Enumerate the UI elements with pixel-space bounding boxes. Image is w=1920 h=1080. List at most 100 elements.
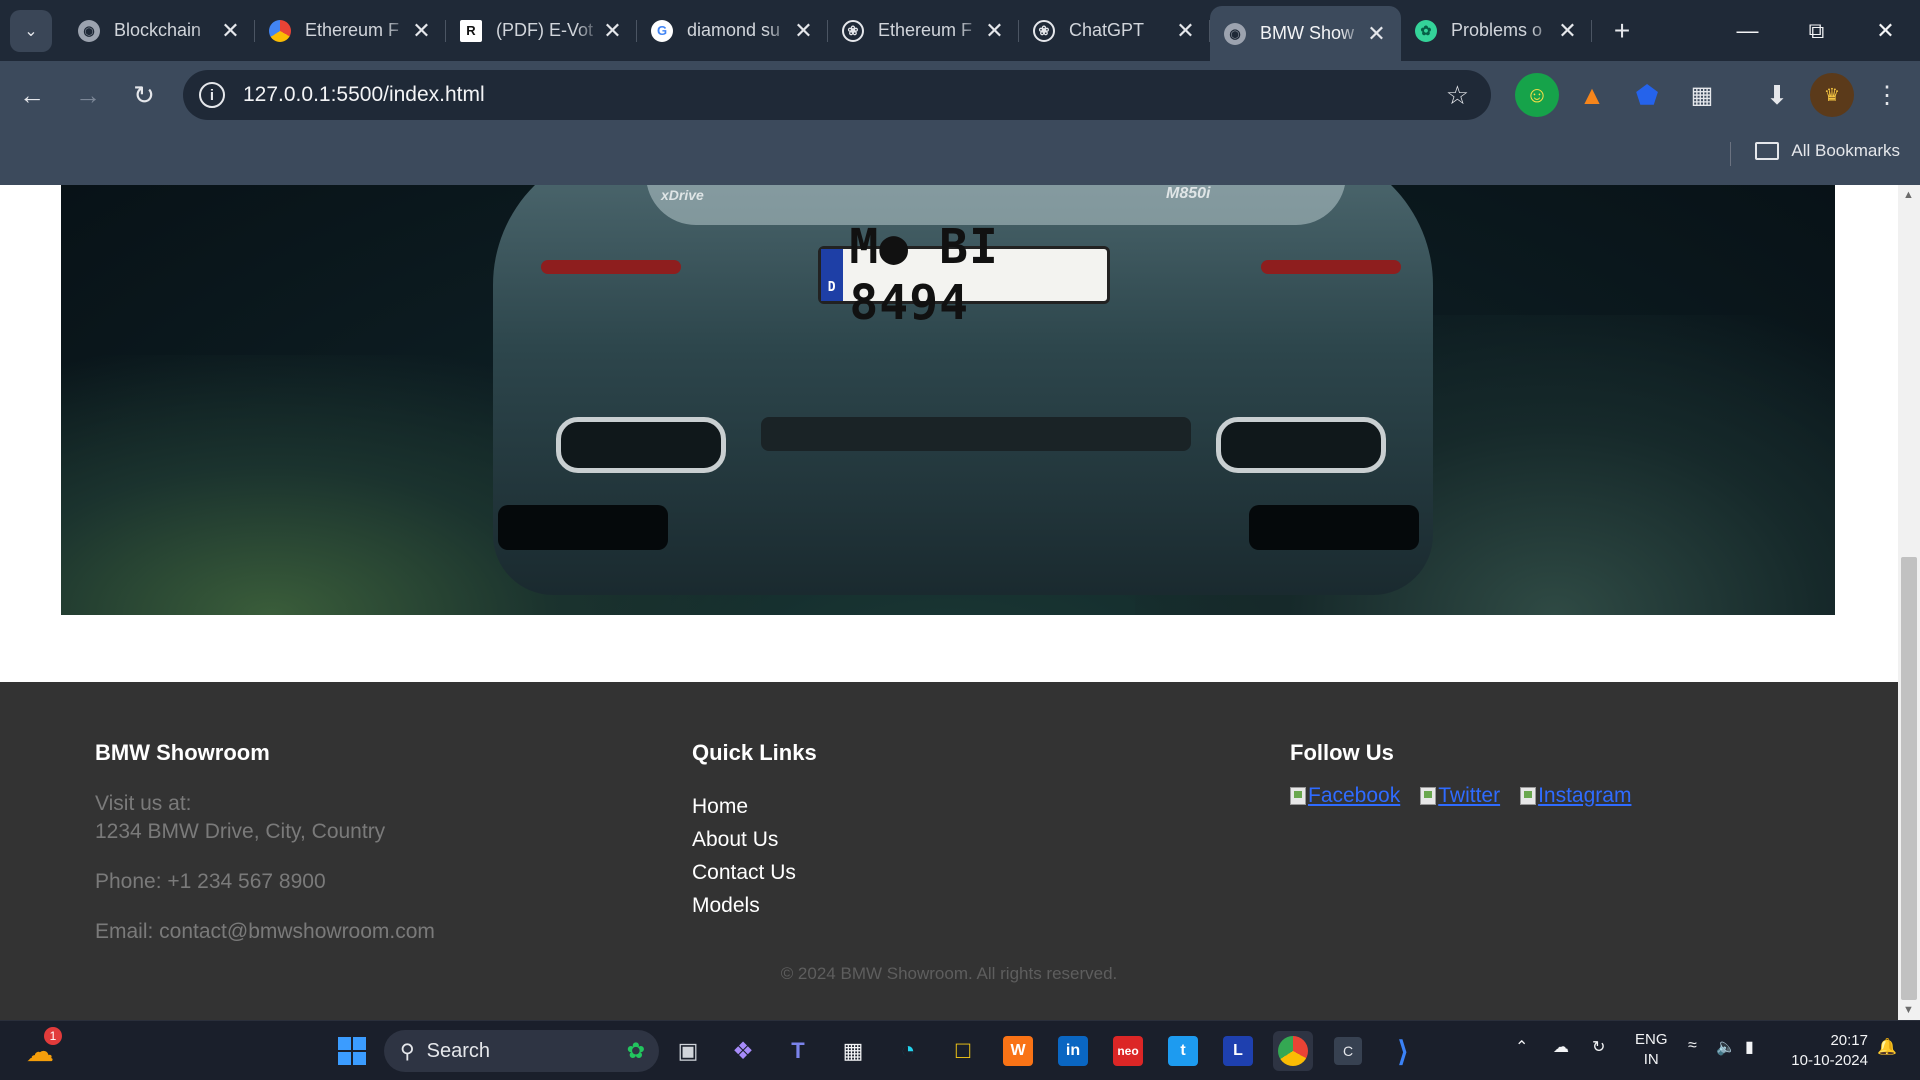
facebook-link[interactable]: Facebook xyxy=(1290,784,1400,808)
tab-ethereum-2[interactable]: ❀ Ethereum F ✕ xyxy=(828,0,1019,61)
reload-icon: ↻ xyxy=(133,79,155,110)
edge-icon[interactable]: ◔ xyxy=(888,1031,928,1071)
link-about-us[interactable]: About Us xyxy=(692,823,817,856)
clock[interactable]: 20:17 10-10-2024 xyxy=(1791,1031,1868,1071)
start-button[interactable] xyxy=(332,1031,372,1071)
tab-list: ◉ Blockchain ✕ Ethereum F ✕ R (PDF) E-Vo… xyxy=(64,0,1592,61)
c-app-icon[interactable]: C xyxy=(1328,1031,1368,1071)
search-icon: ⚲ xyxy=(400,1040,415,1063)
sync-icon[interactable]: ↻ xyxy=(1592,1037,1605,1057)
window-controls: — ⧉ ✕ xyxy=(1713,0,1920,61)
wifi-icon[interactable]: ≈ xyxy=(1688,1037,1697,1055)
instagram-link[interactable]: Instagram xyxy=(1520,784,1631,808)
instagram-label: Instagram xyxy=(1538,784,1632,807)
close-icon[interactable]: ✕ xyxy=(1175,18,1196,44)
page-scrollbar[interactable]: ▲ ▼ xyxy=(1898,185,1920,1020)
broken-image-icon xyxy=(1520,787,1537,805)
tab-bmw-showroom[interactable]: ◉ BMW Show ✕ xyxy=(1210,6,1401,61)
vscode-icon[interactable]: ⟩ xyxy=(1383,1031,1423,1071)
file-explorer-icon[interactable]: □ xyxy=(943,1031,983,1071)
footer-brand-column: BMW Showroom Visit us at: 1234 BMW Drive… xyxy=(95,740,435,946)
close-icon[interactable]: ✕ xyxy=(220,18,241,44)
taskbar: ☁ 1 ⚲ Search ✿ ▣ ❖ T ▦ ◔ □ W in neo t L … xyxy=(0,1020,1920,1080)
profile-avatar[interactable]: ♛ xyxy=(1810,73,1854,117)
tab-title: Problems o xyxy=(1451,20,1543,40)
facebook-label: Facebook xyxy=(1308,784,1401,807)
copyright-text: © 2024 BMW Showroom. All rights reserved… xyxy=(780,964,1118,983)
metamask-fox-icon[interactable]: ▲ xyxy=(1570,73,1614,117)
tab-chatgpt[interactable]: ❀ ChatGPT ✕ xyxy=(1019,0,1210,61)
download-icon[interactable]: ⬇ xyxy=(1755,73,1799,117)
linkedin-icon[interactable]: in xyxy=(1053,1031,1093,1071)
neo-app-icon[interactable]: neo xyxy=(1108,1031,1148,1071)
close-window-button[interactable]: ✕ xyxy=(1851,0,1920,61)
google-icon: G xyxy=(651,19,673,42)
kebab-menu-icon[interactable]: ⋮ xyxy=(1865,73,1909,117)
globe-icon: ◉ xyxy=(1224,22,1246,45)
taskbar-search[interactable]: ⚲ Search ✿ xyxy=(384,1030,659,1072)
l-app-icon[interactable]: L xyxy=(1218,1031,1258,1071)
chevron-up-icon[interactable]: ⌃ xyxy=(1515,1037,1528,1057)
tab-pdf-evoting[interactable]: R (PDF) E-Vot ✕ xyxy=(446,0,637,61)
tire-right xyxy=(1249,505,1419,550)
puzzle-icon[interactable]: ▦ xyxy=(1680,73,1724,117)
bookmarks-separator xyxy=(1730,142,1731,166)
site-info-icon[interactable]: i xyxy=(199,82,225,108)
close-icon[interactable]: ✕ xyxy=(411,18,432,44)
new-tab-button[interactable]: + xyxy=(1602,11,1642,51)
close-icon[interactable]: ✕ xyxy=(793,18,814,44)
shield-icon[interactable]: ⬟ xyxy=(1625,73,1669,117)
close-icon[interactable]: ✕ xyxy=(984,18,1005,44)
all-bookmarks-button[interactable]: All Bookmarks xyxy=(1755,141,1900,161)
link-contact-us[interactable]: Contact Us xyxy=(692,856,817,889)
tab-blockchain[interactable]: ◉ Blockchain ✕ xyxy=(64,0,255,61)
site-footer: BMW Showroom Visit us at: 1234 BMW Drive… xyxy=(0,682,1898,1020)
tab-problems[interactable]: ✿ Problems o ✕ xyxy=(1401,0,1592,61)
volume-icon[interactable]: 🔈 xyxy=(1716,1037,1736,1057)
reload-button[interactable]: ↻ xyxy=(120,71,168,119)
forward-button[interactable]: → xyxy=(64,71,112,119)
twitter-link[interactable]: Twitter xyxy=(1420,784,1500,808)
bookmark-star-icon[interactable]: ☆ xyxy=(1446,80,1469,111)
language-indicator[interactable]: ENG IN xyxy=(1635,1030,1668,1070)
tab-diamond[interactable]: G diamond su ✕ xyxy=(637,0,828,61)
copilot-icon[interactable]: ❖ xyxy=(723,1031,763,1071)
close-icon: ✕ xyxy=(1876,17,1895,43)
close-icon[interactable]: ✕ xyxy=(1557,18,1578,44)
tab-search-button[interactable]: ⌄ xyxy=(10,9,52,52)
teams-icon[interactable]: T xyxy=(778,1031,818,1071)
chrome-icon[interactable] xyxy=(1273,1031,1313,1071)
extension-face-icon[interactable]: ☺ xyxy=(1515,73,1559,117)
back-button[interactable]: ← xyxy=(8,71,56,119)
link-home[interactable]: Home xyxy=(692,790,817,823)
folder-icon xyxy=(1755,142,1780,160)
tab-title: diamond su xyxy=(687,20,781,40)
tab-ethereum-1[interactable]: Ethereum F ✕ xyxy=(255,0,446,61)
address-url[interactable]: 127.0.0.1:5500/index.html xyxy=(243,83,485,107)
store-icon[interactable]: ▦ xyxy=(833,1031,873,1071)
onedrive-icon[interactable]: ☁ xyxy=(1553,1037,1569,1057)
app-orange-icon[interactable]: W xyxy=(998,1031,1038,1071)
scroll-up-icon[interactable]: ▲ xyxy=(1903,189,1914,201)
arrow-right-icon: → xyxy=(75,79,101,110)
all-bookmarks-label: All Bookmarks xyxy=(1791,141,1900,160)
tab-title: BMW Show xyxy=(1260,23,1355,43)
notification-bell-icon[interactable]: 🔔 xyxy=(1877,1037,1897,1057)
scrollbar-thumb[interactable] xyxy=(1901,557,1917,1000)
scroll-down-icon[interactable]: ▼ xyxy=(1903,1004,1914,1016)
weather-widget[interactable]: ☁ 1 xyxy=(20,1027,62,1071)
minimize-button[interactable]: — xyxy=(1713,0,1782,61)
tail-light-left xyxy=(541,260,681,274)
battery-icon[interactable]: ▮ xyxy=(1745,1037,1754,1057)
broken-image-icon xyxy=(1420,787,1437,805)
restore-button[interactable]: ⧉ xyxy=(1782,0,1851,61)
twitter-app-icon[interactable]: t xyxy=(1163,1031,1203,1071)
license-plate: D M● BI 8494 xyxy=(818,219,1110,331)
address-bar[interactable]: i 127.0.0.1:5500/index.html ☆ xyxy=(183,70,1491,120)
close-icon[interactable]: ✕ xyxy=(1366,21,1387,47)
tab-title: (PDF) E-Vot xyxy=(496,20,594,40)
link-models[interactable]: Models xyxy=(692,889,817,922)
task-view-icon[interactable]: ▣ xyxy=(668,1031,708,1071)
close-icon[interactable]: ✕ xyxy=(602,18,623,44)
tail-light-right xyxy=(1261,260,1401,274)
